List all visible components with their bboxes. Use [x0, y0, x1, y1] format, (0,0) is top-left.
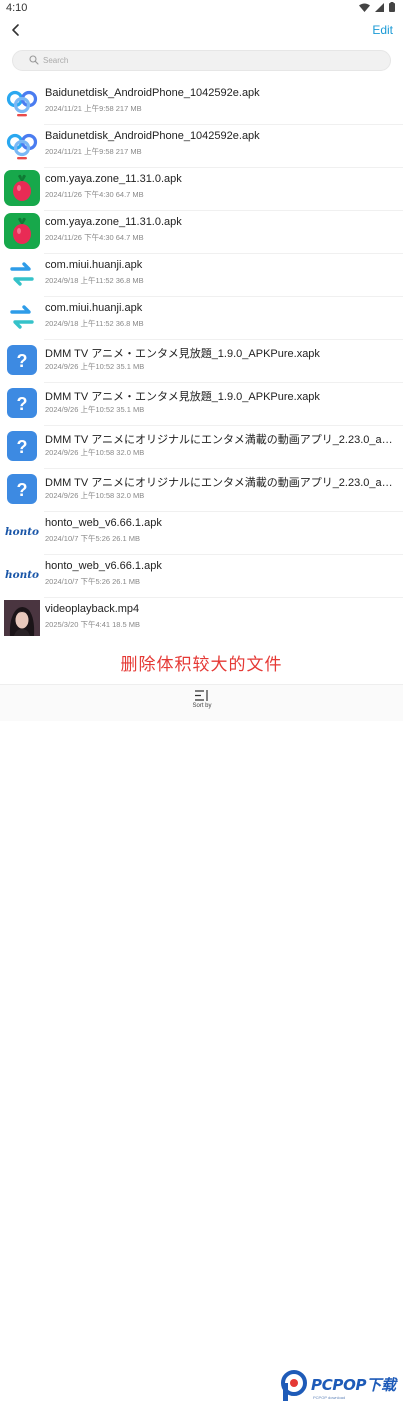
unknown-file-icon: ? — [4, 342, 40, 378]
file-row[interactable]: ? DMM TV アニメにオリジナルにエンタメ満載の動画アプリ_2.23.0_ap… — [0, 424, 403, 468]
baidu-netdisk-icon-graphic — [4, 127, 40, 163]
file-row[interactable]: com.yaya.zone_11.31.0.apk 2024/11/26 下午4:… — [0, 209, 403, 253]
search-bar[interactable] — [12, 50, 391, 71]
file-name: com.yaya.zone_11.31.0.apk — [45, 173, 182, 185]
file-list: Baidunetdisk_AndroidPhone_1042592e.apk 20… — [0, 81, 403, 640]
baidu-netdisk-icon — [4, 127, 40, 163]
unknown-file-icon: ? — [4, 385, 40, 421]
video-thumbnail-icon-graphic — [4, 600, 40, 636]
wifi-icon — [359, 3, 370, 12]
status-bar: 4:10 — [0, 0, 403, 16]
unknown-file-icon-graphic: ? — [7, 345, 37, 375]
radish-icon — [4, 170, 40, 206]
file-row[interactable]: Baidunetdisk_AndroidPhone_1042592e.apk 20… — [0, 123, 403, 167]
radish-icon-graphic — [4, 213, 40, 249]
status-icons — [359, 2, 395, 12]
radish-icon — [4, 213, 40, 249]
file-row[interactable]: com.miui.huanji.apk 2024/9/18 上午11:52 36.… — [0, 252, 403, 296]
file-row[interactable]: ? DMM TV アニメ・エンタメ見放題_1.9.0_APKPure.xapk 20… — [0, 381, 403, 425]
file-row[interactable]: ? DMM TV アニメ・エンタメ見放題_1.9.0_APKPure.xapk 20… — [0, 338, 403, 382]
svg-text:?: ? — [17, 394, 28, 414]
battery-icon — [389, 2, 395, 12]
bottom-bar: Sort by PCPOP下载 PCPOP download — [0, 684, 403, 1401]
baidu-netdisk-icon-graphic — [4, 84, 40, 120]
file-meta: 2025/3/20 下午4:41 18.5 MB — [45, 620, 141, 629]
file-meta: 2024/9/18 上午11:52 36.8 MB — [45, 276, 144, 285]
file-meta: 2024/11/26 下午4:30 64.7 MB — [45, 190, 144, 199]
file-meta: 2024/9/26 上午10:58 32.0 MB — [45, 448, 145, 457]
search-icon — [29, 55, 39, 65]
file-name: Baidunetdisk_AndroidPhone_1042592e.apk — [45, 87, 260, 99]
file-name: DMM TV アニメ・エンタメ見放題_1.9.0_APKPure.xapk — [45, 391, 320, 403]
file-meta: 2024/11/21 上午9:58 217 MB — [45, 147, 142, 156]
watermark-brand: PCPOP下载 — [311, 1376, 396, 1394]
sort-icon — [195, 690, 208, 701]
caption-text: 删除体积较大的文件 — [120, 655, 283, 675]
file-row[interactable]: com.yaya.zone_11.31.0.apk 2024/11/26 下午4:… — [0, 166, 403, 210]
radish-icon-graphic — [4, 170, 40, 206]
file-name: honto_web_v6.66.1.apk — [45, 560, 162, 572]
baidu-netdisk-icon — [4, 84, 40, 120]
file-name: com.miui.huanji.apk — [45, 259, 143, 271]
svg-text:honto: honto — [5, 526, 39, 538]
transfer-arrows-icon — [4, 256, 40, 292]
file-row[interactable]: com.miui.huanji.apk 2024/9/18 上午11:52 36.… — [0, 295, 403, 339]
watermark-subtitle: PCPOP download — [313, 1395, 346, 1400]
status-time: 4:10 — [6, 2, 28, 14]
file-name: videoplayback.mp4 — [45, 603, 140, 615]
svg-text:?: ? — [17, 480, 28, 500]
file-meta: 2024/9/26 上午10:52 35.1 MB — [45, 405, 145, 414]
unknown-file-icon-graphic: ? — [7, 431, 37, 461]
file-meta: 2024/9/18 上午11:52 36.8 MB — [45, 319, 144, 328]
file-meta: 2024/11/26 下午4:30 64.7 MB — [45, 233, 144, 242]
transfer-arrows-icon-graphic — [4, 299, 40, 335]
file-meta: 2024/9/26 上午10:58 32.0 MB — [45, 491, 145, 500]
transfer-arrows-icon — [4, 299, 40, 335]
transfer-arrows-icon-graphic — [4, 256, 40, 292]
file-meta: 2024/9/26 上午10:52 35.1 MB — [45, 362, 145, 371]
file-name: com.yaya.zone_11.31.0.apk — [45, 216, 182, 228]
svg-text:?: ? — [17, 351, 28, 371]
file-meta: 2024/10/7 下午5:26 26.1 MB — [45, 577, 141, 586]
honto-logo-icon: honto — [4, 514, 40, 550]
file-name: DMM TV アニメ・エンタメ見放題_1.9.0_APKPure.xapk — [45, 348, 320, 360]
honto-logo-icon-graphic: honto — [4, 514, 40, 550]
file-meta: 2024/11/21 上午9:58 217 MB — [45, 104, 142, 113]
file-name: DMM TV アニメにオリジナルにエンタメ満載の動画アプリ_2.23.0_apk… — [45, 434, 397, 446]
svg-text:?: ? — [17, 437, 28, 457]
svg-text:honto: honto — [5, 569, 39, 581]
unknown-file-icon-graphic: ? — [7, 388, 37, 418]
sort-button[interactable]: Sort by — [180, 690, 224, 718]
file-name: DMM TV アニメにオリジナルにエンタメ満載の動画アプリ_2.23.0_apk… — [45, 477, 397, 489]
back-arrow-icon[interactable] — [8, 22, 24, 38]
edit-button[interactable]: Edit — [372, 23, 393, 37]
unknown-file-icon: ? — [4, 428, 40, 464]
file-meta: 2024/10/7 下午5:26 26.1 MB — [45, 534, 141, 543]
file-name: com.miui.huanji.apk — [45, 302, 143, 314]
file-row[interactable]: Baidunetdisk_AndroidPhone_1042592e.apk 20… — [0, 81, 403, 124]
honto-logo-icon: honto — [4, 557, 40, 593]
sort-label: Sort by — [192, 703, 212, 709]
file-name: Baidunetdisk_AndroidPhone_1042592e.apk — [45, 130, 260, 142]
pcpop-logo-icon — [281, 1370, 307, 1401]
file-name: honto_web_v6.66.1.apk — [45, 517, 162, 529]
top-bar: Edit — [0, 18, 403, 44]
video-thumbnail-icon — [4, 600, 40, 636]
unknown-file-icon: ? — [4, 471, 40, 507]
file-row[interactable]: videoplayback.mp4 2025/3/20 下午4:41 18.5 M… — [0, 596, 403, 640]
signal-icon — [375, 2, 384, 12]
search-input[interactable] — [43, 53, 373, 68]
file-row[interactable]: honto honto_web_v6.66.1.apk 2024/10/7 下午5:… — [0, 510, 403, 554]
unknown-file-icon-graphic: ? — [7, 474, 37, 504]
file-row[interactable]: ? DMM TV アニメにオリジナルにエンタメ満載の動画アプリ_2.23.0_ap… — [0, 467, 403, 511]
pcpop-watermark: PCPOP下载 PCPOP download — [278, 1369, 403, 1405]
honto-logo-icon-graphic: honto — [4, 557, 40, 593]
file-row[interactable]: honto honto_web_v6.66.1.apk 2024/10/7 下午5:… — [0, 553, 403, 597]
